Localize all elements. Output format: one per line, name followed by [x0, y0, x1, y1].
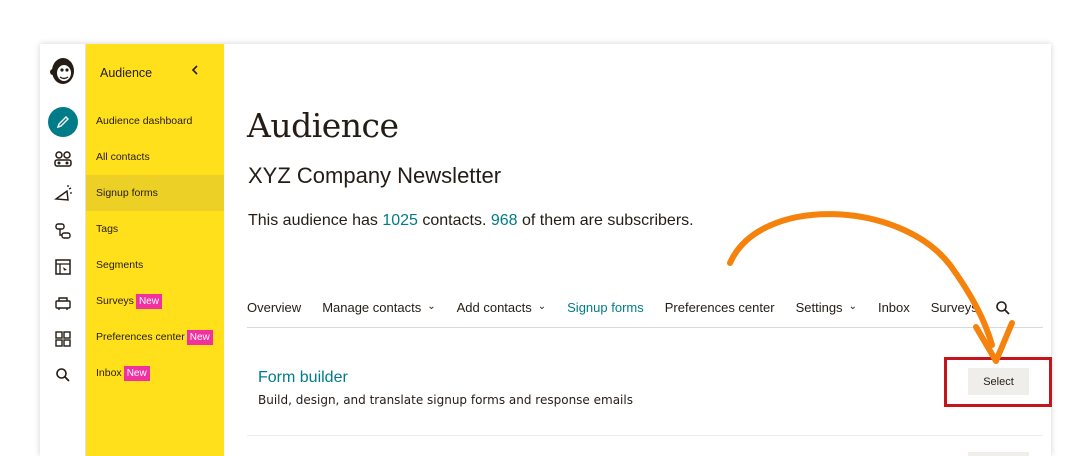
- sidebar-item-label: Audience dashboard: [96, 115, 193, 127]
- stats-suffix: of them are subscribers.: [517, 212, 694, 229]
- sidebar-item-surveys[interactable]: Surveys New: [86, 283, 224, 319]
- content-icon[interactable]: [48, 324, 78, 354]
- tab-add-contacts[interactable]: Add contacts ⌄: [457, 300, 547, 327]
- tab-signup-forms[interactable]: Signup forms: [567, 300, 644, 327]
- sidebar-item-all-contacts[interactable]: All contacts: [86, 139, 224, 175]
- chevron-down-icon: ⌄: [537, 301, 547, 312]
- page-title: Audience: [247, 106, 399, 145]
- sidebar-item-label: All contacts: [96, 151, 150, 163]
- campaigns-icon[interactable]: [48, 180, 78, 210]
- sidebar-item-audience-dashboard[interactable]: Audience dashboard: [86, 103, 224, 139]
- sidebar-item-preferences-center[interactable]: Preferences center New: [86, 319, 224, 355]
- integrations-icon[interactable]: [48, 288, 78, 318]
- new-badge: New: [135, 293, 162, 309]
- audience-stats: This audience has 1025 contacts. 968 of …: [248, 212, 694, 230]
- automations-icon[interactable]: [48, 216, 78, 246]
- tab-manage-contacts[interactable]: Manage contacts ⌄: [322, 300, 435, 327]
- mailchimp-logo-icon[interactable]: [48, 56, 78, 86]
- tab-label: Signup forms: [567, 300, 644, 315]
- tab-label: Add contacts: [456, 300, 532, 315]
- pencil-icon: [48, 107, 78, 137]
- sidebar-item-label: Signup forms: [96, 187, 158, 199]
- sidebar-header: Audience: [100, 66, 153, 80]
- website-icon[interactable]: [48, 252, 78, 282]
- row-divider: [247, 435, 1043, 436]
- new-badge: New: [123, 365, 150, 381]
- sidebar-item-inbox[interactable]: Inbox New: [86, 355, 224, 391]
- stats-prefix: This audience has: [248, 212, 383, 229]
- audience-sidebar: Audience Audience dashboard All contacts…: [86, 44, 224, 456]
- contacts-count-link[interactable]: 1025: [382, 212, 418, 229]
- form-builder-description: Build, design, and translate signup form…: [258, 393, 633, 407]
- form-builder-title[interactable]: Form builder: [258, 369, 348, 387]
- sidebar-item-signup-forms[interactable]: Signup forms: [86, 175, 224, 211]
- sidebar-item-tags[interactable]: Tags: [86, 211, 224, 247]
- sidebar-item-label: Surveys: [96, 295, 134, 307]
- tab-label: Manage contacts: [322, 300, 422, 315]
- icon-rail: [40, 44, 86, 456]
- stats-middle: contacts.: [417, 212, 491, 229]
- sidebar-item-label: Preferences center: [96, 331, 185, 343]
- tab-label: Overview: [247, 300, 302, 315]
- create-button[interactable]: [48, 107, 78, 137]
- sidebar-item-label: Inbox: [96, 367, 122, 379]
- sidebar-item-segments[interactable]: Segments: [86, 247, 224, 283]
- next-row-select-button[interactable]: [968, 452, 1029, 456]
- new-badge: New: [186, 329, 213, 345]
- subscribers-count-link[interactable]: 968: [491, 212, 518, 229]
- tab-overview[interactable]: Overview: [247, 300, 301, 327]
- sidebar-item-label: Tags: [96, 223, 119, 235]
- audience-icon[interactable]: [48, 144, 78, 174]
- audience-name: XYZ Company Newsletter: [248, 163, 502, 188]
- sidebar-item-label: Segments: [96, 259, 144, 271]
- annotation-arrow-icon: [727, 211, 1015, 364]
- chevron-down-icon: ⌄: [427, 301, 436, 312]
- collapse-chevron-icon[interactable]: [190, 64, 200, 80]
- search-icon[interactable]: [48, 360, 78, 390]
